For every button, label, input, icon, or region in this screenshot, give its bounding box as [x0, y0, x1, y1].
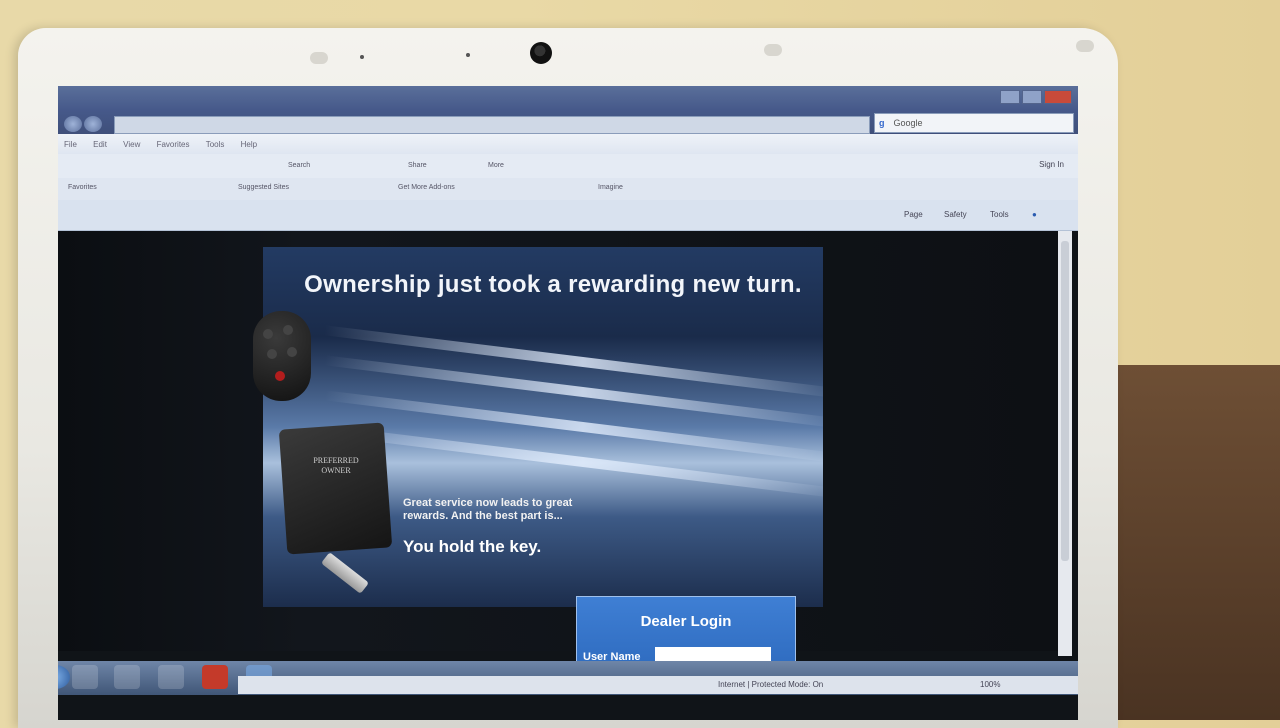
menu-file[interactable]: File — [64, 140, 77, 149]
menu-help[interactable]: Help — [241, 140, 257, 149]
favorites-button[interactable]: Favorites — [68, 184, 97, 191]
web-page: Ownership just took a rewarding new turn… — [58, 231, 1058, 668]
favorite-suggested-sites[interactable]: Suggested Sites — [238, 184, 289, 191]
bezel-bumper — [1076, 40, 1094, 52]
menu-view[interactable]: View — [123, 140, 140, 149]
taskbar-app-icon[interactable] — [202, 665, 228, 689]
menu-favorites[interactable]: Favorites — [157, 140, 190, 149]
taskbar-ie-icon[interactable] — [72, 665, 98, 689]
safety-menu[interactable]: Safety — [944, 210, 967, 219]
scrollbar-thumb[interactable] — [1061, 241, 1069, 561]
address-bar[interactable] — [114, 116, 870, 134]
security-zone: Internet | Protected Mode: On — [718, 680, 824, 689]
search-input[interactable]: g Google — [874, 113, 1074, 133]
favorite-addons[interactable]: Get More Add-ons — [398, 184, 455, 191]
hero-headline: Ownership just took a rewarding new turn… — [304, 271, 802, 298]
key-tag-text: PREFERRED OWNER — [313, 456, 359, 475]
webcam — [530, 42, 552, 64]
hero-body-text: Great service now leads to great rewards… — [403, 497, 573, 522]
forward-icon[interactable] — [84, 116, 102, 132]
motion-stripe — [324, 355, 823, 429]
search-placeholder: Google — [893, 118, 923, 128]
dealer-login-title: Dealer Login — [640, 613, 732, 630]
back-icon[interactable] — [64, 116, 82, 132]
taskbar-media-icon[interactable] — [158, 665, 184, 689]
sign-in-link[interactable]: Sign In — [1039, 160, 1064, 169]
maximize-button[interactable] — [1022, 90, 1042, 104]
bezel-bumper — [764, 44, 782, 56]
browser-titlebar: g Google — [58, 86, 1078, 134]
zoom-level[interactable]: 100% — [980, 680, 1000, 689]
vertical-scrollbar[interactable] — [1058, 231, 1072, 656]
tools-menu[interactable]: Tools — [990, 210, 1009, 219]
menu-tools[interactable]: Tools — [206, 140, 225, 149]
hero-tagline: You hold the key. — [403, 537, 542, 556]
bezel-bumper — [310, 52, 328, 64]
window-controls — [1000, 90, 1072, 104]
background-cabinet — [1110, 365, 1280, 720]
menu-bar: File Edit View Favorites Tools Help — [58, 134, 1078, 154]
bezel-dot — [466, 53, 470, 57]
motion-stripe — [324, 390, 823, 464]
dealer-login-panel: Dealer Login User Name — [576, 596, 796, 668]
start-button[interactable] — [58, 665, 70, 689]
laptop-screen: g Google File Edit View Favorites Tools … — [58, 86, 1078, 720]
favorites-bar: Favorites Suggested Sites Get More Add-o… — [58, 178, 1078, 200]
menu-edit[interactable]: Edit — [93, 140, 107, 149]
favorite-imagine[interactable]: Imagine — [598, 184, 623, 191]
key-fob-image — [253, 311, 311, 401]
toolbar-share[interactable]: Share — [408, 162, 427, 169]
taskbar-explorer-icon[interactable] — [114, 665, 140, 689]
command-bar: Page Safety Tools ● — [58, 200, 1078, 231]
toolbar-more[interactable]: More — [488, 162, 504, 169]
motion-stripe — [324, 425, 823, 499]
help-icon[interactable]: ● — [1032, 210, 1037, 219]
search-toolbar: Search Share More Sign In — [58, 154, 1078, 178]
minimize-button[interactable] — [1000, 90, 1020, 104]
key-tag-image — [278, 422, 393, 555]
toolbar-search[interactable]: Search — [288, 162, 310, 169]
google-icon: g — [879, 118, 885, 128]
close-button[interactable] — [1044, 90, 1072, 104]
bezel-dot — [360, 55, 364, 59]
page-menu[interactable]: Page — [904, 210, 923, 219]
status-bar: Internet | Protected Mode: On 100% — [238, 676, 1078, 694]
